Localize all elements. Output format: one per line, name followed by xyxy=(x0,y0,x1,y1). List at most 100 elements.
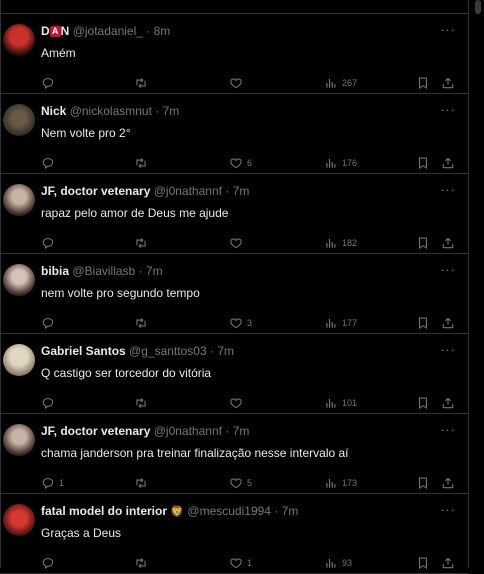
reply-button[interactable] xyxy=(41,316,59,330)
bookmark-button[interactable] xyxy=(416,396,430,410)
more-options-button[interactable]: ··· xyxy=(440,502,456,517)
like-button[interactable] xyxy=(229,236,247,250)
bookmark-icon xyxy=(416,76,430,90)
author-name[interactable]: DAN xyxy=(41,24,69,38)
share-button[interactable] xyxy=(441,396,455,410)
views-count: 267 xyxy=(342,78,358,88)
retweet-icon xyxy=(134,76,148,90)
share-icon xyxy=(441,396,455,410)
views-count: 182 xyxy=(342,238,358,248)
avatar[interactable] xyxy=(3,344,35,376)
tweet-1[interactable]: DAN @jotadaniel_ · 8m ··· Amém 267 xyxy=(0,14,468,94)
like-button[interactable]: 5 xyxy=(229,476,252,490)
author-handle[interactable]: @j0nathannf xyxy=(154,184,222,198)
more-options-button[interactable]: ··· xyxy=(440,22,456,37)
author-handle[interactable]: @jotadaniel_ xyxy=(73,24,143,38)
more-options-button[interactable]: ··· xyxy=(440,102,456,117)
author-name[interactable]: JF, doctor vetenary xyxy=(41,184,150,198)
views-button[interactable]: 267 xyxy=(324,76,357,90)
views-button[interactable]: 101 xyxy=(324,396,357,410)
tweet-5[interactable]: Gabriel Santos @g_santtos03 · 7m ··· Q c… xyxy=(0,334,468,414)
scrollbar[interactable] xyxy=(472,0,484,568)
share-button[interactable] xyxy=(441,236,455,250)
author-handle[interactable]: @j0nathannf xyxy=(154,424,222,438)
more-options-button[interactable]: ··· xyxy=(440,262,456,277)
separator-dot: · xyxy=(225,424,230,438)
tweet-3[interactable]: JF, doctor vetenary @j0nathannf · 7m ···… xyxy=(0,174,468,254)
author-name[interactable]: fatal model do interior 🦁 xyxy=(41,504,184,518)
reply-icon xyxy=(41,396,55,410)
heart-icon xyxy=(229,316,243,330)
timestamp[interactable]: 8m xyxy=(154,24,171,38)
author-handle[interactable]: @mescudi1994 xyxy=(187,504,271,518)
views-button[interactable]: 176 xyxy=(324,156,357,170)
retweet-button[interactable] xyxy=(134,156,152,170)
bookmark-button[interactable] xyxy=(416,236,430,250)
bookmark-icon xyxy=(416,476,430,490)
avatar[interactable] xyxy=(3,184,35,216)
author-handle[interactable]: @g_santtos03 xyxy=(129,344,207,358)
tweet-text: Amém xyxy=(41,46,76,60)
like-button[interactable]: 3 xyxy=(229,316,252,330)
tweet-4[interactable]: bibia @Biavillasb · 7m ··· nem volte pro… xyxy=(0,254,468,334)
share-button[interactable] xyxy=(441,316,455,330)
views-button[interactable]: 177 xyxy=(324,316,357,330)
timestamp[interactable]: 7m xyxy=(233,184,250,198)
avatar[interactable] xyxy=(3,424,35,456)
action-bar: 3 177 xyxy=(0,316,468,332)
views-button[interactable]: 182 xyxy=(324,236,357,250)
scrollbar-thumb[interactable] xyxy=(475,0,481,14)
more-options-button[interactable]: ··· xyxy=(440,422,456,437)
avatar[interactable] xyxy=(3,264,35,296)
separator-dot: · xyxy=(274,504,279,518)
bookmark-button[interactable] xyxy=(416,476,430,490)
author-handle[interactable]: @Biavillasb xyxy=(72,264,135,278)
retweet-button[interactable] xyxy=(134,236,152,250)
author-handle[interactable]: @nickolasmnut xyxy=(70,104,152,118)
tweet-7[interactable]: fatal model do interior 🦁 @mescudi1994 ·… xyxy=(0,494,468,574)
tweet-header: JF, doctor vetenary @j0nathannf · 7m xyxy=(41,184,249,198)
share-button[interactable] xyxy=(441,156,455,170)
more-options-button[interactable]: ··· xyxy=(440,182,456,197)
author-name[interactable]: Nick xyxy=(41,104,66,118)
reply-button[interactable]: 1 xyxy=(41,476,64,490)
avatar[interactable] xyxy=(3,104,35,136)
timestamp[interactable]: 7m xyxy=(146,264,163,278)
retweet-button[interactable] xyxy=(134,76,152,90)
reply-button[interactable] xyxy=(41,156,59,170)
name-text: JF, doctor vetenary xyxy=(41,424,151,438)
timestamp[interactable]: 7m xyxy=(282,504,299,518)
reply-button[interactable] xyxy=(41,76,59,90)
timestamp[interactable]: 7m xyxy=(163,104,180,118)
reply-button[interactable] xyxy=(41,236,59,250)
reply-icon xyxy=(41,156,55,170)
reply-button[interactable] xyxy=(41,396,59,410)
share-button[interactable] xyxy=(441,76,455,90)
retweet-button[interactable] xyxy=(134,476,152,490)
like-button[interactable] xyxy=(229,76,247,90)
timestamp[interactable]: 7m xyxy=(233,424,250,438)
bookmark-button[interactable] xyxy=(416,76,430,90)
bookmark-button[interactable] xyxy=(416,156,430,170)
views-button[interactable]: 173 xyxy=(324,476,357,490)
timestamp[interactable]: 7m xyxy=(217,344,234,358)
like-button[interactable]: 6 xyxy=(229,156,252,170)
author-name[interactable]: JF, doctor vetenary xyxy=(41,424,150,438)
tweet-text: chama janderson pra treinar finalização … xyxy=(41,446,349,460)
tweet-6[interactable]: JF, doctor vetenary @j0nathannf · 7m ···… xyxy=(0,414,468,494)
more-options-button[interactable]: ··· xyxy=(440,342,456,357)
action-bar: 1 5 173 xyxy=(0,476,468,492)
author-name[interactable]: bibia xyxy=(41,264,69,278)
avatar[interactable] xyxy=(3,504,35,536)
author-name[interactable]: Gabriel Santos xyxy=(41,344,126,358)
bookmark-button[interactable] xyxy=(416,316,430,330)
views-icon xyxy=(324,476,338,490)
avatar[interactable] xyxy=(3,24,35,56)
reply-feed: DAN @jotadaniel_ · 8m ··· Amém 267 Nick … xyxy=(0,0,468,574)
share-button[interactable] xyxy=(441,476,455,490)
retweet-button[interactable] xyxy=(134,316,152,330)
retweet-icon xyxy=(134,236,148,250)
like-button[interactable] xyxy=(229,396,247,410)
retweet-button[interactable] xyxy=(134,396,152,410)
tweet-2[interactable]: Nick @nickolasmnut · 7m ··· Nem volte pr… xyxy=(0,94,468,174)
